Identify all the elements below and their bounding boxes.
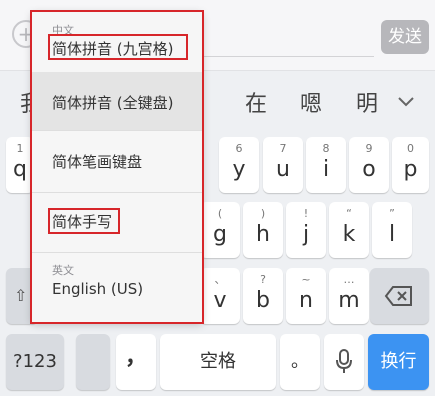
enter-key[interactable]: 换行 <box>368 334 429 390</box>
key-v[interactable]: 、 v <box>200 268 240 324</box>
key-h[interactable]: ) h <box>243 202 283 258</box>
mic-key[interactable] <box>324 334 364 390</box>
key-u[interactable]: 7 u <box>263 137 303 193</box>
candidate-5[interactable]: 明 <box>356 86 378 118</box>
symbols-key[interactable]: ?123 <box>6 334 64 390</box>
annotation-highlight-pinyin-9key <box>48 34 188 60</box>
send-button[interactable]: 发送 <box>381 20 429 54</box>
key-q[interactable]: 1 q <box>6 137 34 193</box>
key-l[interactable]: ” l <box>372 202 412 258</box>
annotation-highlight-handwriting <box>48 208 120 234</box>
key-m[interactable]: … m <box>329 268 369 324</box>
candidate-4[interactable]: 嗯 <box>300 86 322 118</box>
input-method-english-us[interactable]: English (US) <box>32 276 202 312</box>
candidate-3[interactable]: 在 <box>245 86 267 118</box>
key-k[interactable]: “ k <box>329 202 369 258</box>
blank-key[interactable] <box>76 334 110 390</box>
key-o[interactable]: 9 o <box>349 137 389 193</box>
input-method-pinyin-full[interactable]: 简体拼音 (全键盘) <box>32 72 202 130</box>
comma-key[interactable]: ， <box>116 334 156 390</box>
key-g[interactable]: ( g <box>200 202 240 258</box>
key-y[interactable]: 6 y <box>219 137 259 193</box>
backspace-icon <box>384 285 414 311</box>
input-method-stroke[interactable]: 简体笔画键盘 <box>32 131 202 189</box>
microphone-icon <box>335 349 353 379</box>
period-key[interactable]: 。 <box>280 334 320 390</box>
key-p[interactable]: 0 p <box>392 137 429 193</box>
key-n[interactable]: ~ n <box>286 268 326 324</box>
key-b[interactable]: ? b <box>243 268 283 324</box>
key-j[interactable]: ! j <box>286 202 326 258</box>
divider <box>32 252 202 253</box>
key-i[interactable]: 8 i <box>306 137 346 193</box>
space-key[interactable]: 空格 <box>160 334 276 390</box>
chevron-down-icon[interactable] <box>397 92 415 113</box>
shift-icon: ⇧ <box>14 286 28 305</box>
backspace-key[interactable] <box>370 268 429 324</box>
